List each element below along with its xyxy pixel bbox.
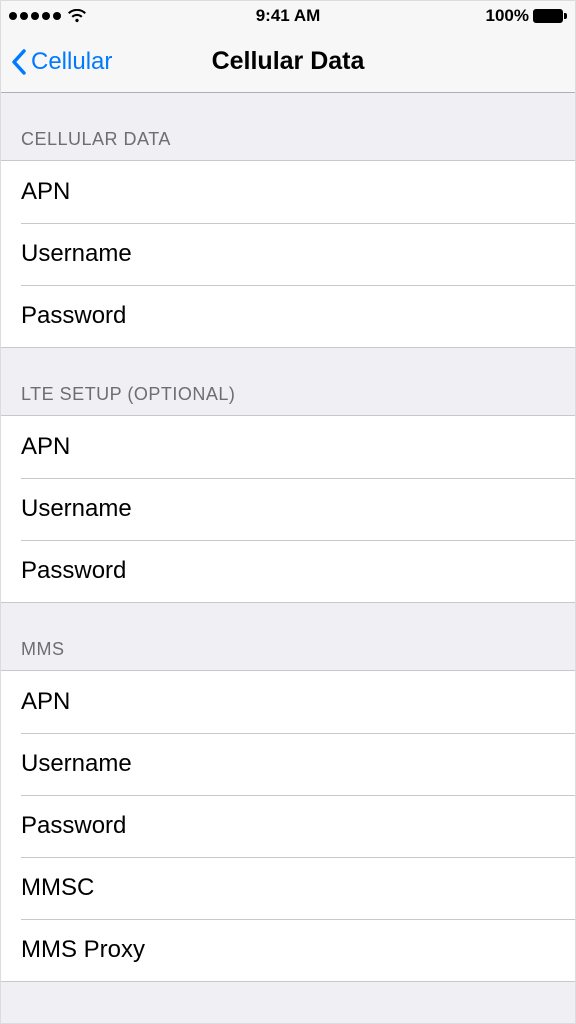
row-label: MMS Proxy bbox=[21, 936, 145, 964]
status-right: 100% bbox=[486, 6, 567, 26]
group-header: LTE SETUP (OPTIONAL) bbox=[1, 348, 575, 415]
content-scroll[interactable]: CELLULAR DATA APN Username Password LTE … bbox=[1, 93, 575, 1023]
row-mmsc[interactable]: MMSC bbox=[1, 857, 575, 919]
chevron-left-icon bbox=[11, 49, 27, 75]
row-username[interactable]: Username bbox=[1, 478, 575, 540]
row-apn[interactable]: APN bbox=[1, 416, 575, 478]
status-left bbox=[9, 9, 87, 23]
group-mms: MMS APN Username Password MMSC MMS Proxy bbox=[1, 603, 575, 982]
row-label: APN bbox=[21, 433, 70, 461]
row-label: Username bbox=[21, 750, 132, 778]
wifi-icon bbox=[67, 9, 87, 23]
row-label: Password bbox=[21, 812, 126, 840]
group-lte-setup: LTE SETUP (OPTIONAL) APN Username Passwo… bbox=[1, 348, 575, 603]
battery-icon bbox=[533, 9, 567, 23]
group-rows: APN Username Password bbox=[1, 415, 575, 603]
row-password[interactable]: Password bbox=[1, 795, 575, 857]
row-label: APN bbox=[21, 688, 70, 716]
row-label: Password bbox=[21, 302, 126, 330]
row-label: MMSC bbox=[21, 874, 94, 902]
group-rows: APN Username Password bbox=[1, 160, 575, 348]
group-header: CELLULAR DATA bbox=[1, 93, 575, 160]
back-label: Cellular bbox=[31, 48, 112, 76]
group-header: MMS bbox=[1, 603, 575, 670]
row-label: Username bbox=[21, 495, 132, 523]
group-cellular-data: CELLULAR DATA APN Username Password bbox=[1, 93, 575, 348]
row-password[interactable]: Password bbox=[1, 540, 575, 602]
back-button[interactable]: Cellular bbox=[11, 48, 112, 76]
row-label: Username bbox=[21, 240, 132, 268]
row-label: APN bbox=[21, 178, 70, 206]
row-password[interactable]: Password bbox=[1, 285, 575, 347]
row-label: Password bbox=[21, 557, 126, 585]
screen: 9:41 AM 100% Cellular Cellular Data CELL… bbox=[0, 0, 576, 1024]
row-username[interactable]: Username bbox=[1, 223, 575, 285]
row-apn[interactable]: APN bbox=[1, 671, 575, 733]
group-rows: APN Username Password MMSC MMS Proxy bbox=[1, 670, 575, 982]
nav-bar: Cellular Cellular Data bbox=[1, 31, 575, 93]
row-mms-proxy[interactable]: MMS Proxy bbox=[1, 919, 575, 981]
row-username[interactable]: Username bbox=[1, 733, 575, 795]
status-bar: 9:41 AM 100% bbox=[1, 1, 575, 31]
signal-strength-icon bbox=[9, 12, 61, 20]
battery-percentage: 100% bbox=[486, 6, 529, 26]
row-apn[interactable]: APN bbox=[1, 161, 575, 223]
